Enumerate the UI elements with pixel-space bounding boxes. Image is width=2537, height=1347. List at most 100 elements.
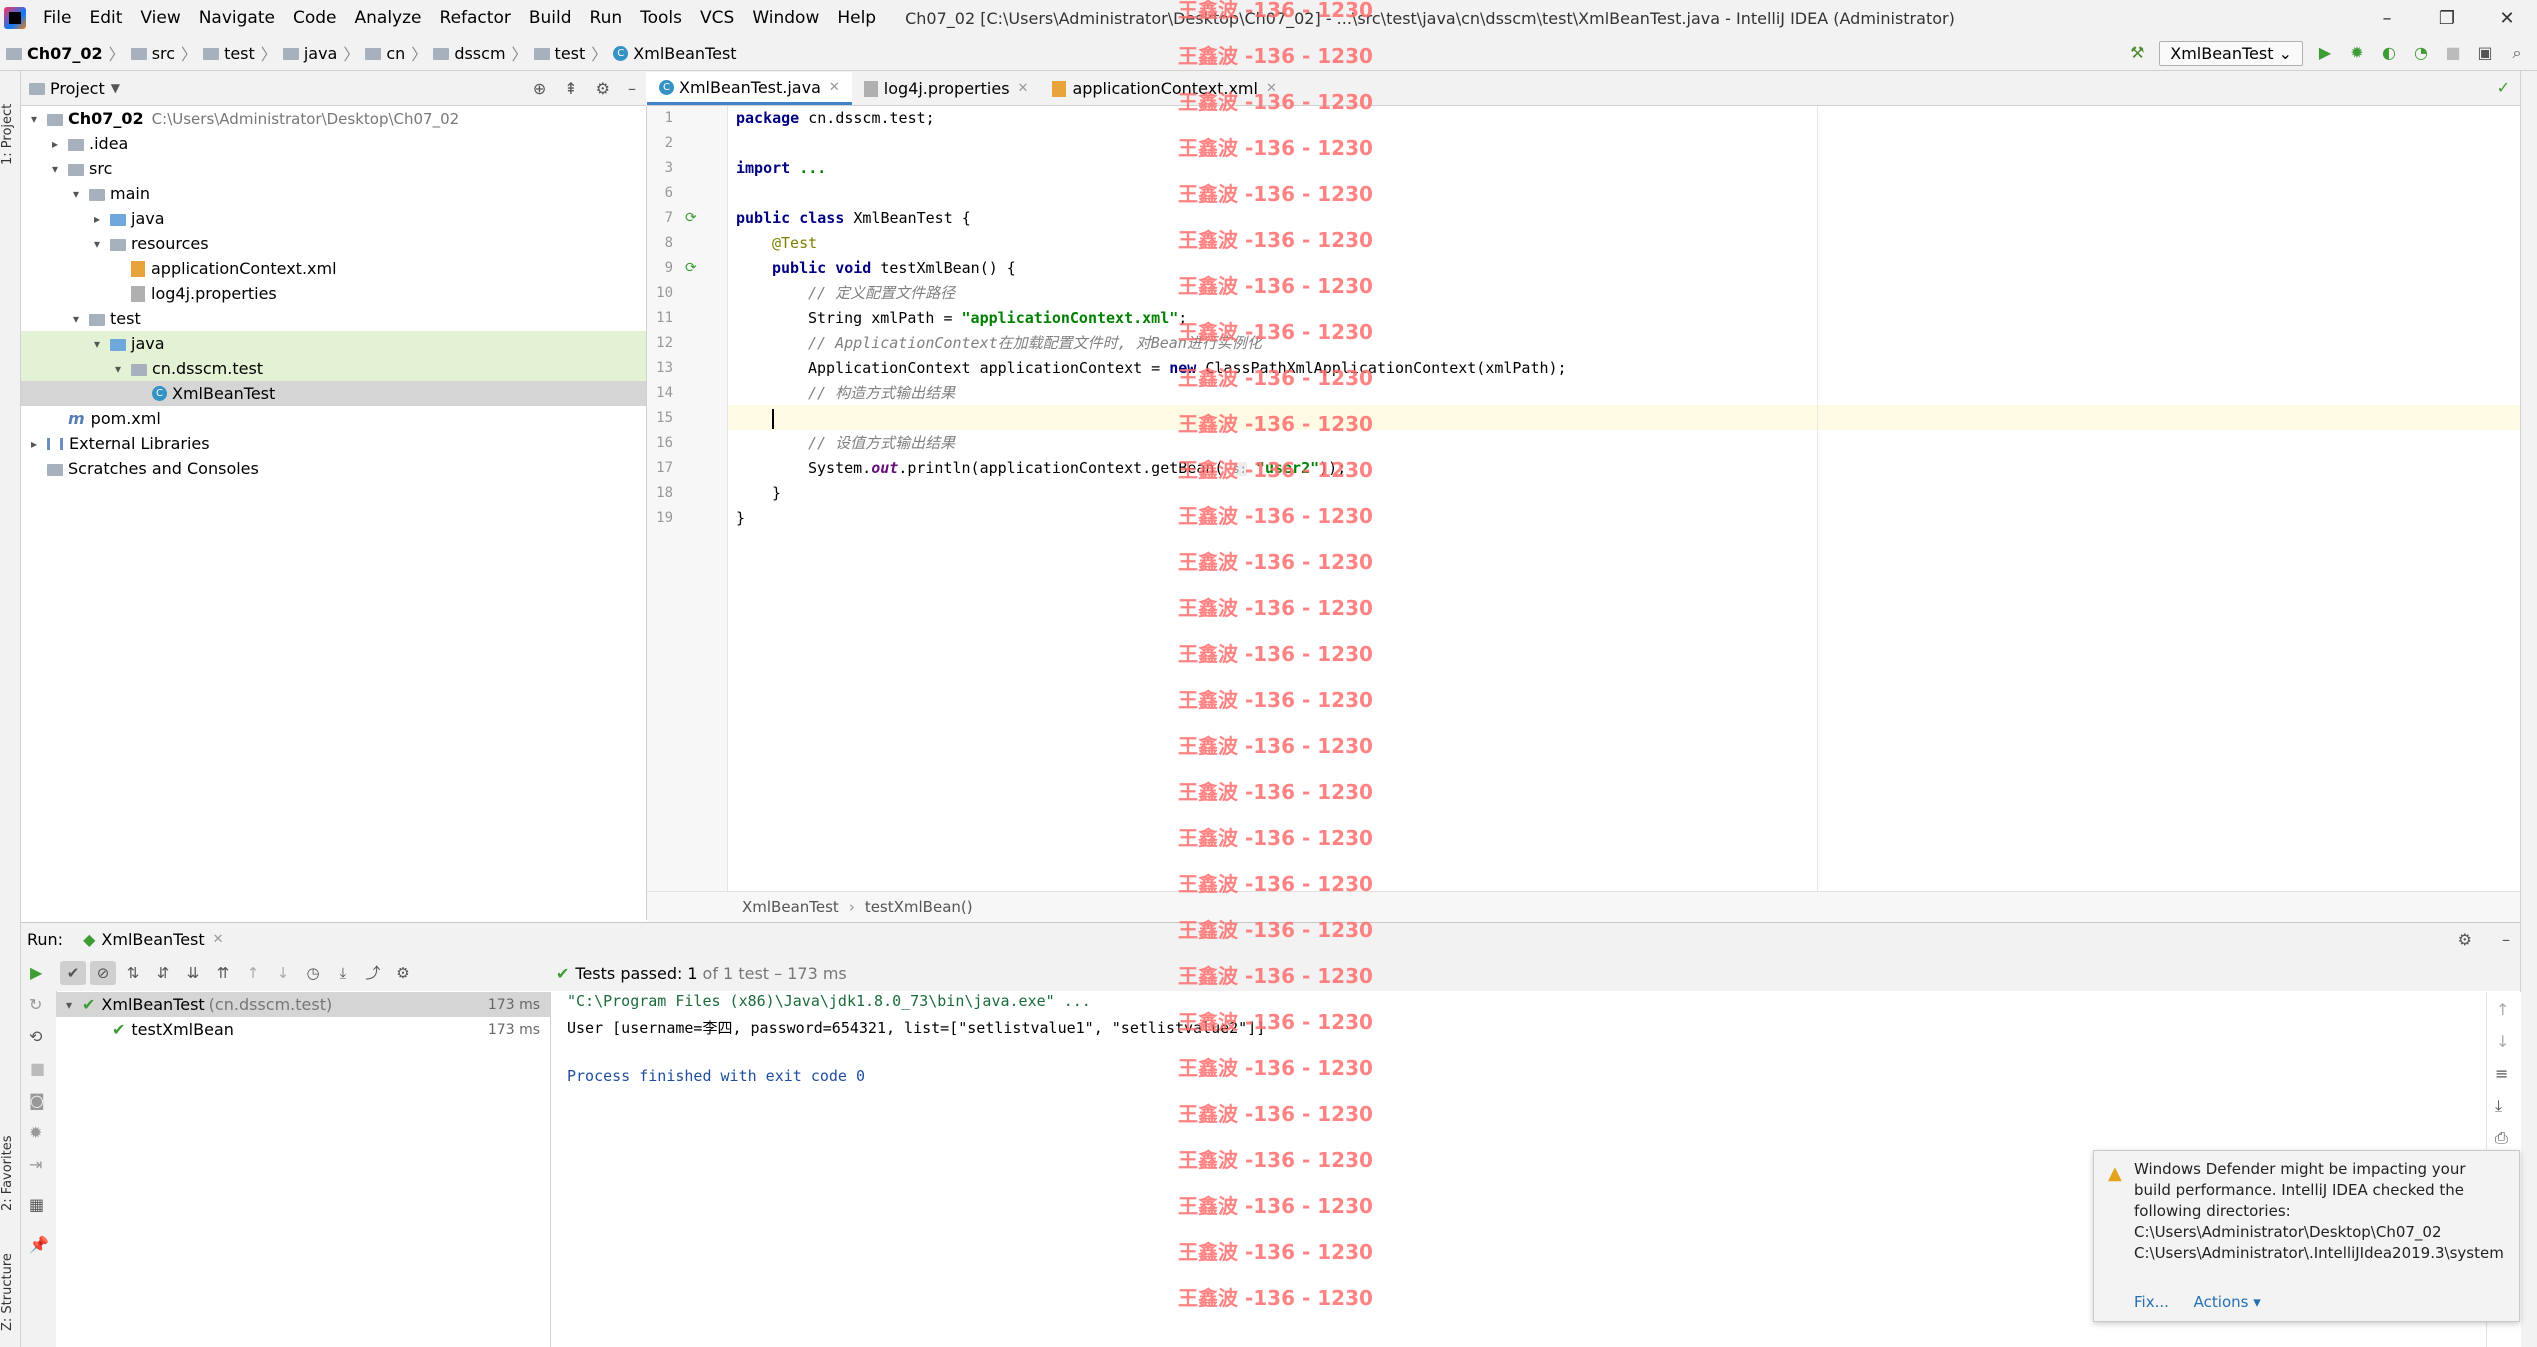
- breadcrumb-class[interactable]: XmlBeanTest: [742, 898, 839, 916]
- nav-crumb-class[interactable]: C XmlBeanTest: [613, 44, 737, 63]
- down-arrow-icon[interactable]: ↓: [2496, 1032, 2509, 1051]
- project-tree-item[interactable]: ▾ java: [21, 331, 646, 356]
- menu-build[interactable]: Build: [529, 8, 572, 28]
- stop-icon[interactable]: ■: [30, 1059, 45, 1078]
- nav-crumb-dsscm[interactable]: dsscm 〉: [433, 41, 528, 65]
- restore-button[interactable]: ❐: [2417, 8, 2477, 29]
- close-button[interactable]: ✕: [2477, 8, 2537, 29]
- tree-toggle-icon[interactable]: ▾: [90, 237, 104, 251]
- stop-icon[interactable]: ■: [2443, 43, 2463, 63]
- project-tree-item[interactable]: ▸ .idea: [21, 131, 646, 156]
- menu-view[interactable]: View: [140, 8, 180, 28]
- nav-crumb-java[interactable]: java 〉: [282, 41, 359, 65]
- tree-toggle-icon[interactable]: ▸: [27, 437, 41, 451]
- menu-analyze[interactable]: Analyze: [355, 8, 422, 28]
- menu-navigate[interactable]: Navigate: [199, 8, 275, 28]
- project-tree-item[interactable]: ▸ java: [21, 206, 646, 231]
- tree-toggle-icon[interactable]: ▸: [48, 137, 62, 151]
- close-icon[interactable]: ✕: [829, 80, 840, 95]
- close-icon[interactable]: ✕: [213, 932, 224, 947]
- tree-toggle-icon[interactable]: ▾: [69, 187, 83, 201]
- minimize-button[interactable]: –: [2357, 8, 2417, 29]
- search-icon[interactable]: ⌕: [2507, 43, 2527, 63]
- pin-icon[interactable]: 📌: [29, 1235, 49, 1254]
- debug-icon[interactable]: ✹: [29, 1123, 42, 1142]
- hammer-build-icon[interactable]: ⚒: [2127, 43, 2147, 63]
- project-tree-item[interactable]: ▾ test: [21, 306, 646, 331]
- tree-toggle-icon[interactable]: ▾: [48, 162, 62, 176]
- project-panel-title[interactable]: Project: [50, 79, 105, 98]
- test-case-row[interactable]: ✔ testXmlBean 173 ms: [56, 1017, 550, 1042]
- export-icon[interactable]: ⤴: [360, 961, 386, 985]
- project-tree-item[interactable]: Scratches and Consoles: [21, 456, 646, 481]
- tree-toggle-icon[interactable]: ▾: [27, 112, 41, 126]
- collapse-all-icon[interactable]: ⇞: [564, 79, 577, 98]
- gear-icon[interactable]: ⚙: [596, 79, 610, 98]
- scroll-to-end-icon[interactable]: ⤓: [2495, 1096, 2502, 1116]
- locate-icon[interactable]: ⊕: [533, 79, 546, 98]
- gear-icon[interactable]: ⚙: [390, 961, 416, 985]
- close-icon[interactable]: ✕: [1018, 81, 1029, 96]
- menu-window[interactable]: Window: [752, 8, 819, 28]
- menu-help[interactable]: Help: [837, 8, 876, 28]
- project-tree-item[interactable]: ▾ resources: [21, 231, 646, 256]
- hide-icon[interactable]: –: [628, 79, 636, 98]
- menu-run[interactable]: Run: [590, 8, 623, 28]
- project-tree-item[interactable]: log4j.properties: [21, 281, 646, 306]
- test-suite-row[interactable]: ▾ ✔ XmlBeanTest (cn.dsscm.test) 173 ms: [56, 992, 550, 1017]
- tab-log4j-properties[interactable]: log4j.properties ✕: [852, 72, 1041, 105]
- project-tree-item[interactable]: C XmlBeanTest: [21, 381, 646, 406]
- up-arrow-icon[interactable]: ↑: [2496, 1000, 2509, 1019]
- run-icon[interactable]: ▶: [2315, 43, 2335, 63]
- project-tree-item[interactable]: ▾ main: [21, 181, 646, 206]
- actions-link[interactable]: Actions ▾: [2194, 1293, 2261, 1311]
- close-icon[interactable]: ✕: [1266, 81, 1277, 96]
- run-gutter-icon[interactable]: ⟳: [685, 260, 697, 276]
- menu-edit[interactable]: Edit: [89, 8, 122, 28]
- inspection-ok-icon[interactable]: ✓: [2497, 78, 2510, 97]
- project-structure-icon[interactable]: ▣: [2475, 43, 2495, 63]
- project-tree-item[interactable]: applicationContext.xml: [21, 256, 646, 281]
- chevron-down-icon[interactable]: ▼: [111, 81, 120, 95]
- profile-icon[interactable]: ◔: [2411, 43, 2431, 63]
- breadcrumb-method[interactable]: testXmlBean(): [865, 898, 973, 916]
- nav-crumb-src[interactable]: src 〉: [130, 41, 197, 65]
- project-tree-item[interactable]: ▾ Ch07_02 C:\Users\Administrator\Desktop\C…: [21, 106, 646, 131]
- menu-code[interactable]: Code: [293, 8, 337, 28]
- tree-toggle-icon[interactable]: ▾: [69, 312, 83, 326]
- import-icon[interactable]: ⤓: [330, 961, 356, 985]
- toggle-auto-test-icon[interactable]: ⟲: [29, 1027, 42, 1046]
- show-passed-icon[interactable]: ✔: [60, 961, 86, 985]
- nav-crumb-test[interactable]: test 〉: [203, 41, 277, 65]
- code-editor[interactable]: package cn.dsscm.test; import ... public…: [728, 106, 2518, 891]
- menu-refactor[interactable]: Refactor: [440, 8, 511, 28]
- previous-icon[interactable]: ↑: [240, 961, 266, 985]
- project-tree-item[interactable]: ▾ cn.dsscm.test: [21, 356, 646, 381]
- project-tree-item[interactable]: ▾ src: [21, 156, 646, 181]
- tree-toggle-icon[interactable]: ▾: [90, 337, 104, 351]
- structure-tool-tab[interactable]: Z: Structure: [0, 1221, 20, 1331]
- history-icon[interactable]: ◷: [300, 961, 326, 985]
- run-config-select[interactable]: XmlBeanTest ⌄: [2159, 40, 2303, 66]
- layout-icon[interactable]: ▦: [29, 1195, 44, 1214]
- gear-icon[interactable]: ⚙: [2458, 930, 2472, 949]
- nav-crumb-project[interactable]: Ch07_02 〉: [6, 41, 125, 65]
- expand-all-icon[interactable]: ⇊: [180, 961, 206, 985]
- tab-applicationcontext-xml[interactable]: applicationContext.xml ✕: [1040, 72, 1288, 105]
- project-tree-item[interactable]: ▸ External Libraries: [21, 431, 646, 456]
- collapse-all-icon[interactable]: ⇈: [210, 961, 236, 985]
- debug-icon[interactable]: ✹: [2347, 43, 2367, 63]
- show-ignored-icon[interactable]: ⊘: [90, 961, 116, 985]
- menu-file[interactable]: File: [43, 8, 71, 28]
- rerun-icon[interactable]: ▶: [30, 963, 42, 982]
- sort-alpha-icon[interactable]: ⇅: [120, 961, 146, 985]
- nav-crumb-test-pkg[interactable]: test 〉: [533, 41, 607, 65]
- soft-wrap-icon[interactable]: ≡: [2495, 1064, 2508, 1083]
- sort-duration-icon[interactable]: ⇵: [150, 961, 176, 985]
- hide-icon[interactable]: –: [2502, 930, 2510, 949]
- camera-icon[interactable]: ◙: [29, 1091, 45, 1110]
- tree-toggle-icon[interactable]: ▾: [111, 362, 125, 376]
- project-tool-tab[interactable]: 1: Project: [0, 75, 20, 165]
- exit-icon[interactable]: ⇥: [29, 1155, 42, 1174]
- menu-vcs[interactable]: VCS: [700, 8, 734, 28]
